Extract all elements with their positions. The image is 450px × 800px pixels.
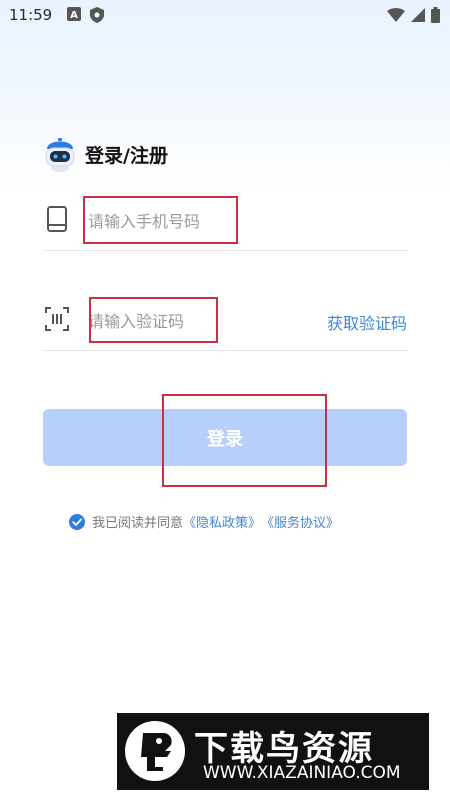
page-header: 登录/注册 (43, 134, 168, 174)
watermark: 下载鸟资源 WWW.XIAZAINIAO.COM (117, 713, 429, 790)
watermark-logo (125, 721, 185, 781)
agreement-text: 我已阅读并同意 (92, 516, 184, 531)
bird-logo-icon (141, 733, 172, 771)
status-left-icons: A (67, 7, 104, 23)
page-title: 登录/注册 (85, 144, 168, 167)
agreement-row: 我已阅读并同意 《隐私政策》 《服务协议》 (69, 512, 339, 531)
signal-icon (411, 8, 425, 22)
status-right-icons (387, 7, 440, 23)
code-input[interactable] (86, 304, 290, 338)
shield-icon (90, 7, 104, 23)
phone-field (43, 190, 407, 251)
status-bar: 11:59 A (0, 0, 450, 32)
agreement-checkbox[interactable] (69, 513, 85, 530)
robot-mascot-icon (45, 138, 75, 172)
code-field: 获取验证码 (43, 290, 407, 351)
status-time: 11:59 (9, 6, 53, 24)
privacy-policy-link[interactable]: 《隐私政策》 (183, 512, 261, 531)
phone-input[interactable] (86, 204, 290, 238)
get-code-link[interactable]: 获取验证码 (327, 310, 407, 334)
service-agreement-link[interactable]: 《服务协议》 (261, 512, 339, 531)
watermark-url: WWW.XIAZAINIAO.COM (203, 763, 401, 783)
battery-icon (431, 7, 440, 23)
wifi-icon (387, 8, 405, 22)
phone-icon (47, 206, 67, 232)
svg-text:A: A (70, 10, 78, 21)
scan-code-icon (45, 307, 69, 331)
font-a-icon: A (67, 7, 81, 21)
login-button[interactable]: 登录 (43, 409, 407, 466)
